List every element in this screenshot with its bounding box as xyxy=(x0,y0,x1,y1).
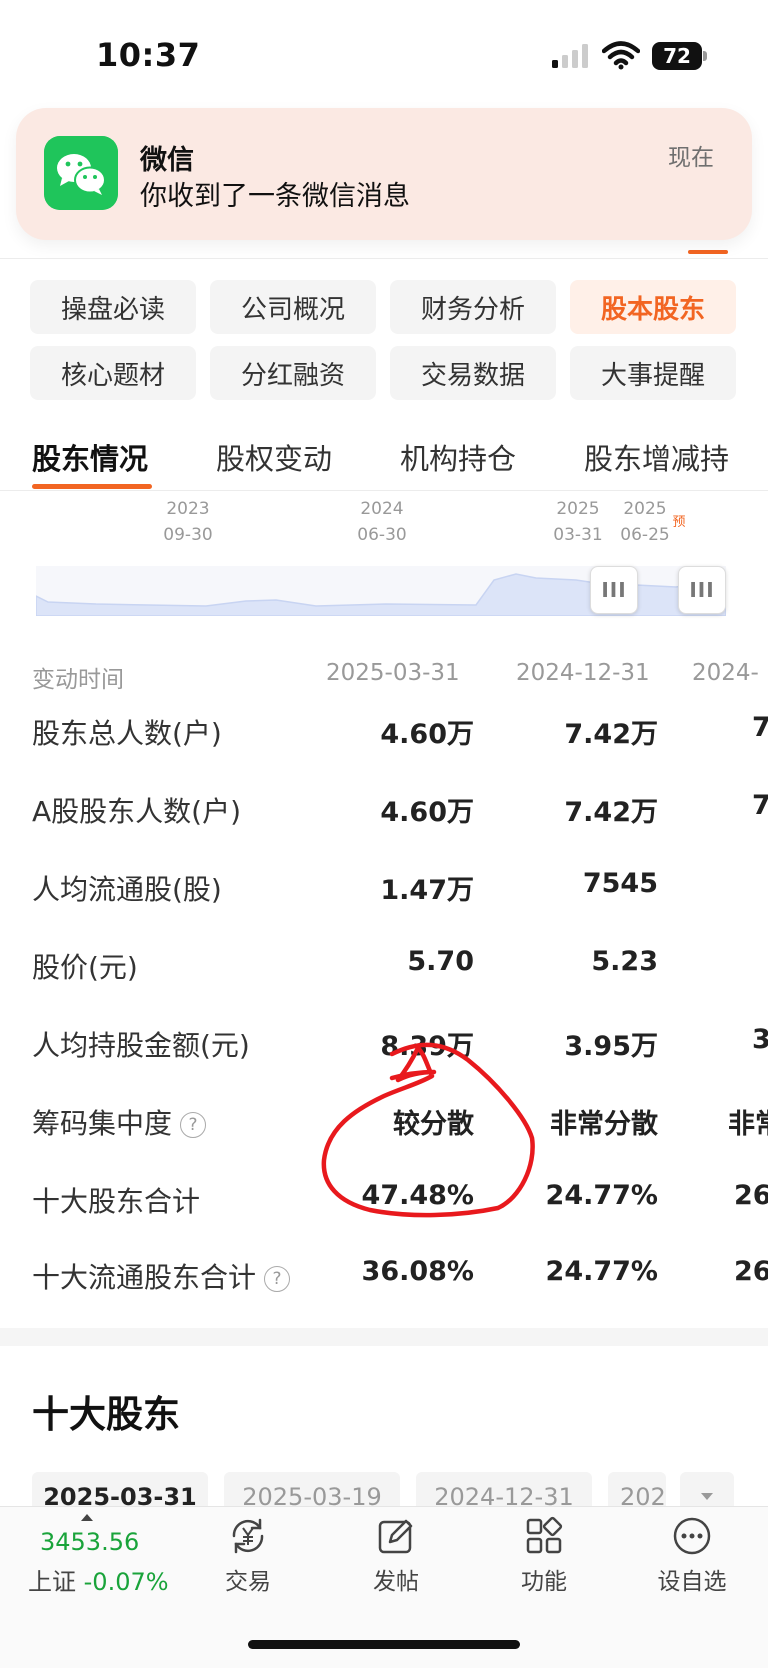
range-handle-left[interactable]: III xyxy=(590,566,638,614)
index-change: -0.07% xyxy=(83,1568,169,1596)
table-header-date[interactable]: 2025-03-31 xyxy=(326,660,460,686)
table-cell: 7.42万 xyxy=(564,719,658,750)
row-label-top10-float-total: 十大流通股东合计? xyxy=(32,1256,291,1296)
table-header-date[interactable]: 2024- xyxy=(692,660,759,686)
table-cell: 非常分散 xyxy=(550,1109,658,1140)
row-label-price: 股价(元) xyxy=(32,951,138,984)
wifi-icon xyxy=(602,41,640,70)
grid-item-financial-analysis[interactable]: 财务分析 xyxy=(390,280,556,334)
grid-item-core-themes[interactable]: 核心题材 xyxy=(30,346,196,400)
grid-item-events[interactable]: 大事提醒 xyxy=(570,346,736,400)
index-name: 上证 xyxy=(28,1568,76,1596)
table-cell: 26 xyxy=(734,1256,768,1287)
grid-item-company-overview[interactable]: 公司概况 xyxy=(210,280,376,334)
table-cell: 非常 xyxy=(728,1109,768,1140)
edit-icon xyxy=(378,1519,413,1554)
table-cell: 26 xyxy=(734,1180,768,1211)
row-label-text: 筹码集中度 xyxy=(32,1107,173,1140)
table-cell: 24.77% xyxy=(545,1180,658,1211)
row-label-a-share-holders: A股股东人数(户) xyxy=(32,795,242,828)
table-cell: 36.08% xyxy=(361,1256,474,1287)
row-label-text: 十大流通股东合计 xyxy=(32,1261,257,1294)
timeline-tick: 2025 03-31 xyxy=(553,499,603,545)
range-handle-right[interactable]: III xyxy=(678,566,726,614)
timeline-tick: 2023 09-30 xyxy=(163,499,213,545)
nav-add-watchlist[interactable]: 设自选 xyxy=(632,1516,752,1596)
table-header-label: 变动时间 xyxy=(32,667,124,693)
help-icon[interactable]: ? xyxy=(264,1266,291,1292)
table-cell: 5.70 xyxy=(407,946,474,977)
tab-equity-change[interactable]: 股权变动 xyxy=(216,436,332,478)
table-cell: 4.60万 xyxy=(380,719,474,750)
table-cell: 3 xyxy=(752,1024,768,1055)
notification-message: 你收到了一条微信消息 xyxy=(140,181,410,212)
tab-institution-holdings[interactable]: 机构持仓 xyxy=(400,436,516,478)
nav-label: 设自选 xyxy=(657,1569,727,1595)
table-cell: 7545 xyxy=(582,868,658,899)
yen-trade-icon xyxy=(232,1518,264,1554)
table-cell: 7.42万 xyxy=(564,797,658,828)
active-tab-indicator xyxy=(32,484,152,489)
row-label-float-per-holder: 人均流通股(股) xyxy=(32,873,222,906)
row-label-concentration: 筹码集中度? xyxy=(32,1102,207,1142)
nav-post[interactable]: 发帖 xyxy=(336,1516,456,1596)
wechat-app-icon xyxy=(44,136,118,210)
nav-label: 交易 xyxy=(225,1569,271,1595)
row-label-top10-total: 十大股东合计 xyxy=(32,1185,201,1218)
notification-time: 现在 xyxy=(668,145,714,171)
table-cell: 4.60万 xyxy=(380,797,474,828)
notification-app-name: 微信 xyxy=(140,145,194,176)
battery-indicator: 72 xyxy=(652,42,702,70)
table-cell: 24.77% xyxy=(545,1256,658,1287)
grid-item-trading-guide[interactable]: 操盘必读 xyxy=(30,280,196,334)
grid-item-share-capital[interactable]: 股本股东 xyxy=(570,280,736,334)
help-icon[interactable]: ? xyxy=(180,1112,207,1138)
table-cell: 7 xyxy=(752,790,768,821)
index-ticker[interactable]: 上证 -0.07% xyxy=(28,1562,169,1597)
chevron-down-icon xyxy=(701,1493,713,1500)
table-header-date[interactable]: 2024-12-31 xyxy=(516,660,650,686)
table-cell: 5.23 xyxy=(591,946,658,977)
forecast-marker: 预 xyxy=(672,515,686,530)
row-label-total-holders: 股东总人数(户) xyxy=(32,717,222,750)
caret-up-icon xyxy=(81,1514,93,1521)
nav-functions[interactable]: 功能 xyxy=(484,1516,604,1596)
status-time: 10:37 xyxy=(96,36,201,74)
timeline-tick: 2024 06-30 xyxy=(357,499,407,545)
table-cell: 3.95万 xyxy=(564,1031,658,1062)
handdrawn-circle-annotation xyxy=(321,1042,535,1218)
nav-label: 发帖 xyxy=(373,1569,419,1595)
header-divider xyxy=(0,258,768,259)
section-separator xyxy=(0,1328,768,1346)
section-title: 十大股东 xyxy=(32,1393,180,1436)
index-value[interactable]: 3453.56 xyxy=(40,1528,139,1556)
nav-label: 功能 xyxy=(521,1569,567,1595)
timeline-tick: 2025 06-25 xyxy=(620,499,670,545)
tab-holder-changes[interactable]: 股东增减持 xyxy=(584,436,729,478)
grid-item-trading-data[interactable]: 交易数据 xyxy=(390,346,556,400)
table-cell: 7 xyxy=(752,712,768,743)
more-icon xyxy=(673,1517,711,1555)
grid-item-dividend-financing[interactable]: 分红融资 xyxy=(210,346,376,400)
tab-shareholder-status[interactable]: 股东情况 xyxy=(32,436,148,478)
battery-tip xyxy=(703,51,707,61)
nav-trade[interactable]: 交易 xyxy=(188,1516,308,1596)
cellular-signal-icon xyxy=(552,44,588,68)
table-cell: 1.47万 xyxy=(380,875,474,906)
home-indicator[interactable] xyxy=(248,1640,520,1649)
grid-icon xyxy=(526,1516,563,1554)
header-tab-indicator xyxy=(688,250,728,254)
row-label-holding-value: 人均持股金额(元) xyxy=(32,1029,250,1062)
tab-divider xyxy=(0,490,768,491)
